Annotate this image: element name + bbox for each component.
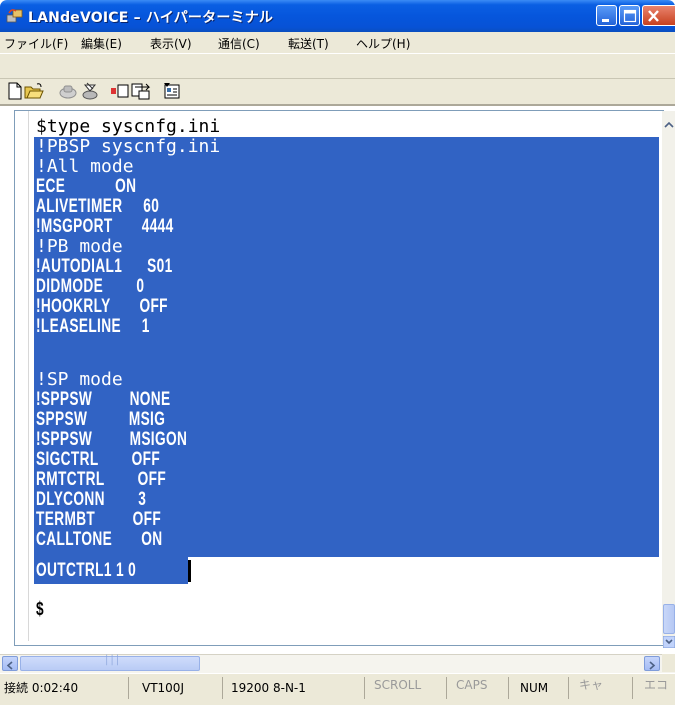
status-capture: キャ — [579, 678, 604, 692]
close-icon — [648, 10, 659, 22]
terminal-line: OUTCTRL1 1 0 — [36, 560, 137, 581]
terminal-line: !MSGPORT 4444 — [36, 216, 174, 237]
text-cursor — [188, 560, 191, 582]
scroll-right-icon — [649, 661, 656, 670]
menu-file[interactable]: ファイル(F) — [4, 35, 68, 52]
scroll-grip-icon: │││ — [104, 656, 121, 666]
title-bar: LANdeVOICE – ハイパーターミナル — [0, 0, 675, 32]
terminal-line: !SPPSW MSIGON — [36, 429, 188, 450]
menu-call[interactable]: 通信(C) — [218, 35, 260, 52]
disconnect-icon[interactable] — [58, 81, 78, 101]
status-connection-time: 接続 0:02:40 — [4, 681, 79, 695]
terminal-command-line: $type syscnfg.ini — [36, 116, 221, 137]
status-separator — [508, 677, 509, 699]
status-separator — [568, 677, 569, 699]
terminal-line: TERMBT OFF — [36, 509, 162, 530]
terminal-left-margin — [15, 111, 29, 641]
status-separator — [632, 677, 633, 699]
terminal-line: !LEASELINE 1 — [36, 316, 150, 337]
terminal-line: !PBSP syscnfg.ini — [36, 136, 221, 157]
close-button[interactable] — [642, 5, 675, 26]
terminal-line: !HOOKRLY OFF — [36, 296, 168, 317]
scroll-left-button[interactable] — [2, 656, 18, 671]
terminal-line: !SP mode — [36, 369, 123, 390]
terminal-line: !All mode — [36, 156, 134, 177]
send-icon[interactable] — [110, 81, 130, 101]
status-num-lock: NUM — [520, 681, 549, 695]
status-scroll-lock: SCROLL — [374, 678, 422, 692]
status-separator — [222, 677, 223, 699]
menu-bar: ファイル(F) 編集(E) 表示(V) 通信(C) 転送(T) ヘルプ(H) — [0, 32, 675, 53]
scroll-up-icon[interactable] — [663, 118, 675, 132]
vertical-scroll-thumb[interactable] — [663, 604, 675, 634]
toolbar-border — [0, 104, 675, 106]
vertical-scrollbar[interactable] — [662, 111, 675, 644]
window-title: LANdeVOICE – ハイパーターミナル — [28, 10, 274, 26]
scroll-down-icon[interactable] — [663, 636, 675, 648]
terminal-line: !AUTODIAL1 S01 — [36, 256, 173, 277]
scroll-left-icon — [6, 661, 13, 670]
status-separator — [364, 677, 365, 699]
maximize-icon — [623, 9, 637, 23]
status-port-settings: 19200 8-N-1 — [231, 681, 306, 695]
terminal-line: DIDMODE 0 — [36, 276, 145, 297]
menu-transfer[interactable]: 転送(T) — [288, 35, 329, 52]
hyperterminal-app-icon[interactable] — [6, 7, 24, 25]
terminal-line: !PB mode — [36, 236, 123, 257]
terminal-line: DLYCONN 3 — [36, 489, 147, 510]
toolbar — [0, 53, 675, 106]
toolbar-divider — [0, 78, 675, 79]
scrollbar-corner — [662, 654, 675, 672]
maximize-button[interactable] — [619, 5, 640, 26]
minimize-button[interactable] — [596, 5, 617, 26]
status-separator — [446, 677, 447, 699]
terminal-line: ALIVETIMER 60 — [36, 196, 160, 217]
status-separator — [128, 677, 129, 699]
status-echo: エコ — [644, 678, 669, 692]
terminal-line: SPPSW MSIG — [36, 409, 166, 430]
menu-view[interactable]: 表示(V) — [150, 35, 192, 52]
minimize-icon — [602, 19, 609, 22]
terminal-prompt: $ — [36, 599, 44, 620]
open-icon[interactable] — [24, 81, 44, 101]
scroll-right-button[interactable] — [644, 656, 660, 671]
terminal-line: CALLTONE ON — [36, 529, 163, 550]
properties-icon[interactable] — [162, 81, 182, 101]
menu-edit[interactable]: 編集(E) — [81, 35, 122, 52]
terminal-line: RMTCTRL OFF — [36, 469, 167, 490]
connect-icon[interactable] — [80, 81, 100, 101]
status-bar — [0, 673, 675, 705]
terminal-line: SIGCTRL OFF — [36, 449, 161, 470]
status-caps-lock: CAPS — [456, 678, 488, 692]
menu-help[interactable]: ヘルプ(H) — [356, 35, 410, 52]
new-icon[interactable] — [5, 81, 25, 101]
receive-icon[interactable] — [131, 81, 151, 101]
terminal-line: !SPPSW NONE — [36, 389, 171, 410]
status-emulation: VT100J — [142, 681, 184, 695]
terminal-line: ECE ON — [36, 176, 137, 197]
